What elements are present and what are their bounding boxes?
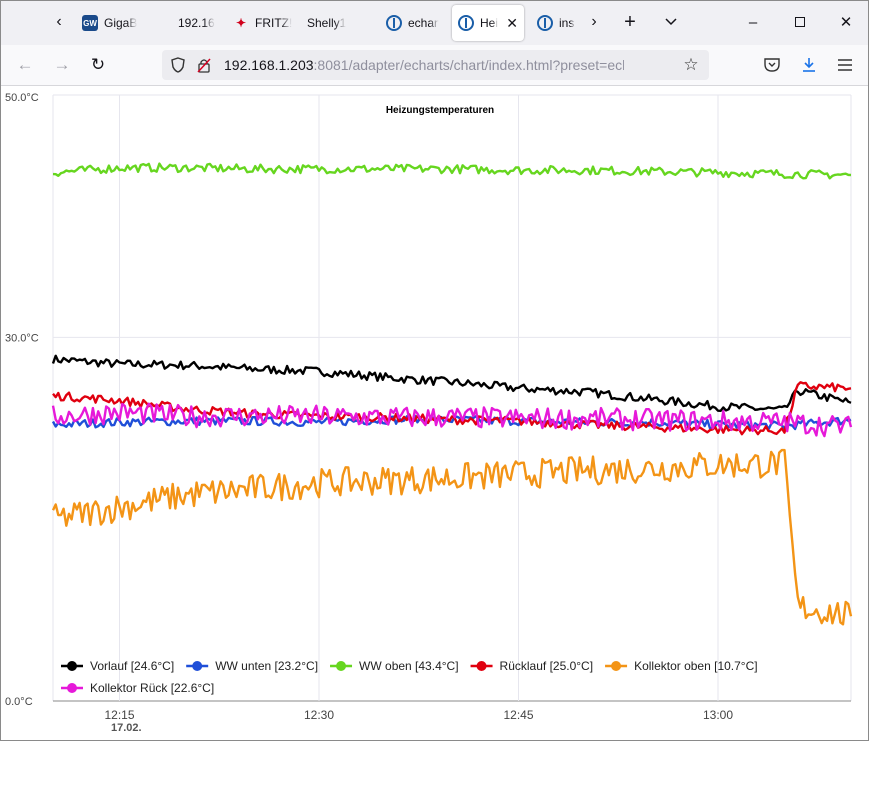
legend-item[interactable]: Rücklauf [25.0°C] — [470, 659, 594, 673]
maximize-button[interactable] — [786, 9, 814, 35]
x-tick-label: 13:00 — [703, 708, 733, 722]
legend-dot-marker — [67, 661, 77, 671]
legend-label: Vorlauf [24.6°C] — [90, 659, 174, 673]
chevron-left-icon: ‹ — [56, 13, 62, 30]
arrow-left-icon: ← — [16, 55, 34, 74]
legend-item[interactable]: Kollektor oben [10.7°C] — [605, 659, 758, 673]
plus-icon: + — [624, 10, 636, 33]
legend-label: WW oben [43.4°C] — [359, 659, 459, 673]
legend-dot-marker — [611, 661, 622, 671]
tab-title: insta — [559, 16, 575, 30]
legend-dot-marker — [192, 661, 203, 671]
tab-title: GigaB — [104, 16, 138, 30]
x-tick-label: 12:15 — [104, 708, 134, 722]
chevron-right-icon: › — [591, 13, 597, 30]
tab-title: 192.16 — [178, 16, 215, 30]
legend-label: Kollektor Rück [22.6°C] — [90, 681, 214, 695]
legend-item[interactable]: WW unten [23.2°C] — [186, 659, 318, 673]
legend-item[interactable]: Kollektor Rück [22.6°C] — [61, 681, 214, 695]
close-window-button[interactable]: ✕ — [832, 9, 860, 35]
chart-legend[interactable]: Vorlauf [24.6°C] WW unten [23.2°C] WW oben… — [61, 659, 758, 695]
series-line — [51, 448, 853, 626]
chevron-down-icon — [665, 18, 677, 26]
browser-window: ‹ GW GigaB 192.16 ✦ FRITZ! Shelly1 echar… — [0, 0, 869, 741]
x-axis-date-label: 17.02. — [111, 722, 142, 734]
series-line — [51, 354, 852, 412]
arrow-right-icon: → — [53, 55, 71, 74]
tab-bar: ‹ GW GigaB 192.16 ✦ FRITZ! Shelly1 echar… — [1, 1, 868, 45]
legend-item[interactable]: WW oben [43.4°C] — [330, 659, 459, 673]
legend-label: Kollektor oben [10.7°C] — [634, 659, 758, 673]
address-bar[interactable]: 192.168.1.203:8081/adapter/echarts/chart… — [162, 50, 709, 80]
shield-icon[interactable] — [170, 57, 186, 73]
x-tick-label: 12:30 — [304, 708, 334, 722]
maximize-icon — [795, 17, 805, 27]
close-icon: ✕ — [839, 14, 853, 31]
minimize-button[interactable]: – — [739, 9, 767, 35]
back-button[interactable]: ← — [11, 51, 39, 79]
tab-title: Shelly1 — [307, 16, 347, 30]
download-icon — [803, 58, 815, 72]
tab-gigablue[interactable]: GW GigaB — [76, 5, 166, 41]
tab-ip[interactable]: 192.16 — [172, 5, 222, 41]
scroll-tabs-left-button[interactable]: ‹ — [44, 7, 74, 37]
navigation-bar: ← → ↻ 192.168.1.203:8081/adapter/echarts… — [1, 45, 868, 86]
url-text[interactable]: 192.168.1.203:8081/adapter/echarts/chart… — [224, 57, 624, 73]
tab-insta[interactable]: insta — [531, 5, 581, 41]
gigablue-favicon-icon: GW — [82, 15, 98, 31]
x-axis-tick-labels: 12:15 12:30 12:45 13:00 — [104, 708, 733, 722]
downloads-button[interactable] — [795, 51, 823, 79]
legend-dot-marker — [336, 661, 347, 671]
forward-button[interactable]: → — [48, 51, 76, 79]
iobroker-favicon-icon — [537, 15, 553, 31]
close-tab-icon[interactable]: ✕ — [506, 15, 518, 32]
reload-icon: ↻ — [90, 55, 106, 74]
legend-item[interactable]: Vorlauf [24.6°C] — [61, 659, 174, 673]
tab-shelly[interactable]: Shelly1 — [301, 5, 371, 41]
tab-fritz[interactable]: ✦ FRITZ! — [227, 5, 302, 41]
heating-temperature-chart: Heizungstemperaturen 0.0°C 30.0°C 50.0°C 1… — [5, 92, 853, 734]
scroll-tabs-right-button[interactable]: › — [579, 7, 609, 37]
y-tick-label: 30.0°C — [5, 332, 39, 344]
series-line — [52, 162, 852, 180]
y-axis-tick-labels: 0.0°C 30.0°C 50.0°C — [5, 92, 39, 708]
chart-series-lines — [51, 162, 853, 626]
y-tick-label: 0.0°C — [5, 696, 33, 708]
legend-label: Rücklauf [25.0°C] — [500, 659, 594, 673]
legend-label: WW unten [23.2°C] — [215, 659, 318, 673]
reload-button[interactable]: ↻ — [84, 51, 112, 79]
tab-title: Hei — [480, 16, 499, 30]
tab-echart[interactable]: echart — [380, 5, 445, 41]
tab-heizung-active[interactable]: Hei ✕ — [452, 5, 524, 41]
url-host: 192.168.1.203 — [224, 57, 314, 73]
legend-dot-marker — [67, 683, 77, 693]
chart-title: Heizungstemperaturen — [386, 105, 494, 116]
minimize-icon: – — [748, 13, 758, 31]
url-path: :8081/adapter/echarts/chart/index.html?p… — [313, 57, 624, 73]
bookmark-star-icon[interactable]: ☆ — [683, 55, 699, 74]
chart-grid — [52, 94, 852, 702]
menu-button[interactable] — [831, 51, 859, 79]
iobroker-favicon-icon — [458, 15, 474, 31]
fritz-favicon-icon: ✦ — [235, 16, 247, 30]
pocket-button[interactable] — [758, 51, 786, 79]
legend-dot-marker — [476, 661, 487, 671]
x-tick-label: 12:45 — [503, 708, 533, 722]
list-all-tabs-button[interactable] — [656, 7, 686, 37]
tab-title: echart — [408, 16, 439, 30]
tab-title: FRITZ! — [255, 16, 293, 30]
y-tick-label: 50.0°C — [5, 92, 39, 104]
hamburger-menu-icon — [838, 59, 852, 71]
new-tab-button[interactable]: + — [615, 7, 645, 37]
insecure-lock-icon[interactable] — [196, 57, 212, 73]
iobroker-favicon-icon — [386, 15, 402, 31]
pocket-icon — [764, 58, 780, 72]
chart-page: Heizungstemperaturen 0.0°C 30.0°C 50.0°C 1… — [1, 86, 868, 740]
